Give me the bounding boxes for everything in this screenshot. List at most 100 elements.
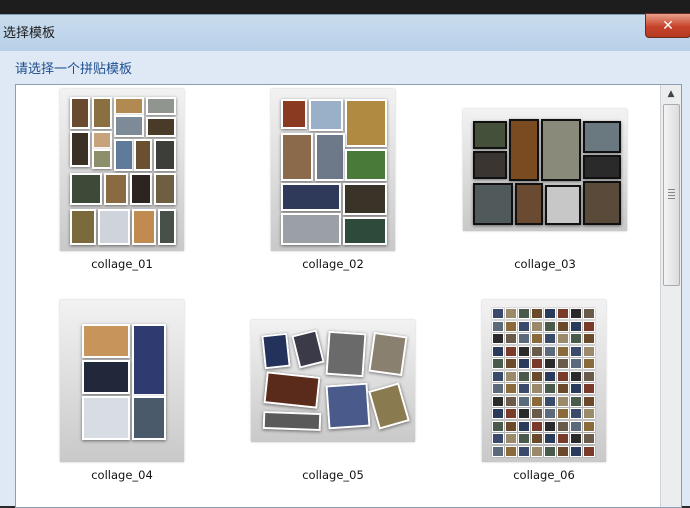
mosaic-photo [557, 333, 569, 344]
mosaic-photo [518, 370, 530, 382]
mosaic-photo [505, 383, 517, 394]
mosaic-photo [557, 408, 569, 419]
mosaic-photo [492, 445, 504, 457]
mosaic-photo [505, 333, 517, 344]
mosaic-photo [583, 308, 595, 319]
template-thumbnail [60, 300, 184, 462]
close-button[interactable]: ✕ [645, 13, 690, 38]
mosaic-photo [583, 333, 595, 344]
mosaic-photo [583, 358, 595, 369]
mosaic-photo [505, 370, 517, 382]
mosaic-photo [492, 395, 504, 407]
mosaic-photo [570, 308, 582, 319]
mosaic-photo [583, 383, 595, 394]
mosaic-photo [570, 408, 582, 419]
mosaic-photo [531, 358, 543, 369]
mosaic-photo [505, 445, 517, 457]
mosaic-photo [518, 345, 530, 357]
mosaic-photo [531, 345, 543, 357]
mosaic-photo [518, 308, 530, 319]
mosaic-photo [492, 433, 504, 444]
scrollbar-thumb[interactable] [663, 104, 680, 286]
mosaic-photo [531, 320, 543, 332]
mosaic-photo [518, 395, 530, 407]
mosaic-photo [505, 395, 517, 407]
mosaic-photo [531, 420, 543, 432]
mosaic-photo [557, 370, 569, 382]
mosaic-photo [557, 383, 569, 394]
mosaic-photo [544, 408, 556, 419]
mosaic-photo [518, 358, 530, 369]
mosaic-photo [544, 433, 556, 444]
mosaic-photo [557, 358, 569, 369]
title-bar: 选择模板 ✕ [0, 13, 690, 45]
mosaic-photo [531, 433, 543, 444]
template-label: collage_01 [91, 257, 153, 271]
scroll-up-arrow-icon[interactable]: ▲ [661, 85, 681, 103]
mosaic-photo [557, 420, 569, 432]
mosaic-photo [544, 420, 556, 432]
mosaic-photo [557, 308, 569, 319]
mosaic-photo [492, 320, 504, 332]
mosaic-photo [570, 383, 582, 394]
mosaic-photo [583, 445, 595, 457]
mosaic-photo [505, 320, 517, 332]
mosaic-photo [570, 395, 582, 407]
mosaic-photo [583, 408, 595, 419]
mosaic-photo [518, 420, 530, 432]
mosaic-photo [505, 358, 517, 369]
mosaic-photo [570, 333, 582, 344]
template-label: collage_05 [302, 468, 364, 482]
mosaic-photo [531, 308, 543, 319]
mosaic-photo [505, 308, 517, 319]
mosaic-photo [505, 433, 517, 444]
mosaic-photo [570, 358, 582, 369]
mosaic-photo [570, 370, 582, 382]
mosaic-photo [570, 433, 582, 444]
mosaic-photo [492, 308, 504, 319]
mosaic-photo [531, 383, 543, 394]
mosaic-photo [570, 420, 582, 432]
mosaic-photo [557, 320, 569, 332]
vertical-scrollbar[interactable]: ▲ [660, 85, 681, 507]
mosaic-photo [544, 445, 556, 457]
mosaic-photo [544, 320, 556, 332]
mosaic-photo [557, 433, 569, 444]
dialog-window: 选择模板 ✕ 请选择一个拼贴模板 collage_01 collage_02 c… [0, 13, 690, 508]
window-title: 选择模板 [3, 26, 56, 41]
mosaic-photo [557, 395, 569, 407]
mosaic-photo [544, 383, 556, 394]
template-label: collage_06 [513, 468, 575, 482]
mosaic-photo [570, 445, 582, 457]
mosaic-photo [518, 445, 530, 457]
mosaic-photo [544, 345, 556, 357]
top-strip [0, 0, 690, 14]
close-icon: ✕ [662, 17, 674, 34]
mosaic-photo [492, 408, 504, 419]
prompt-label: 请选择一个拼贴模板 [15, 62, 133, 77]
mosaic-photo [492, 383, 504, 394]
template-list[interactable]: collage_01 collage_02 collage_03 collage… [15, 84, 682, 508]
template-thumbnail [463, 109, 627, 231]
mosaic-photo [531, 370, 543, 382]
mosaic-photo [544, 333, 556, 344]
mosaic-photo [518, 333, 530, 344]
mosaic-photo [531, 333, 543, 344]
mosaic-photo [531, 408, 543, 419]
mosaic-photo [492, 420, 504, 432]
mosaic-photo [583, 320, 595, 332]
mosaic-photo [544, 370, 556, 382]
template-label: collage_03 [514, 257, 576, 271]
mosaic-photo [570, 345, 582, 357]
mosaic-photo [505, 420, 517, 432]
mosaic-photo [570, 320, 582, 332]
mosaic-photo [583, 370, 595, 382]
mosaic-photo [583, 395, 595, 407]
mosaic-photo [583, 345, 595, 357]
mosaic-photo [531, 395, 543, 407]
mosaic-photo [505, 408, 517, 419]
mosaic-photo [492, 345, 504, 357]
mosaic-photo [557, 445, 569, 457]
mosaic-photo [557, 345, 569, 357]
mosaic-photo [518, 408, 530, 419]
